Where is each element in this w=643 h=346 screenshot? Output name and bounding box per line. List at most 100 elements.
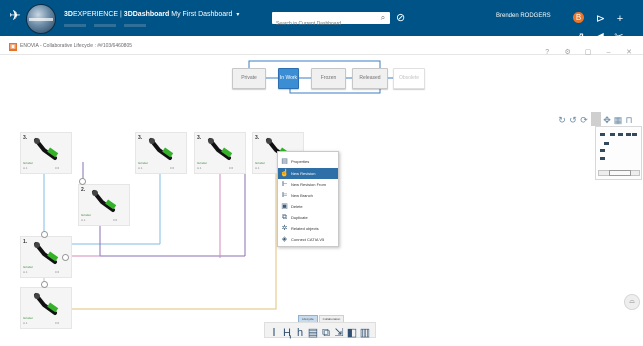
card-revision: 1. [23,239,28,245]
menu-item-connect-catia-v5[interactable]: ◈ Connect CATIA V5 [278,234,338,245]
minimap-zoom-slider[interactable] [598,170,640,176]
new-revision-from-icon[interactable]: Ⱨ [281,326,293,340]
fit-all-icon[interactable]: ✥ [602,113,612,127]
menu-item-related-objects[interactable]: ✲ Related objects [278,223,338,234]
refresh-icon[interactable]: ↻ [557,113,567,127]
user-name[interactable]: Brenden RODGERS [496,13,551,19]
close-icon[interactable]: ✕ [623,48,635,56]
menu-item-label: Properties [291,159,310,164]
duplicate-icon[interactable]: ⧉ [320,326,332,340]
undo-icon[interactable]: ↺ [568,113,578,127]
new-branch-icon: ⊫ [281,192,288,199]
tree-links [43,154,277,310]
minimize-icon[interactable]: – [603,49,615,56]
related-objects-icon[interactable]: ⇲ [333,326,345,340]
new-branch-icon[interactable]: h [294,326,306,340]
search-icon[interactable]: ⌕ [378,13,388,23]
lifecycle-state-obsolete[interactable]: Obsolete [393,68,425,89]
app-title[interactable]: 3DEXPERIENCE | 3DDashboard My First Dash… [64,11,239,18]
connect-catia-icon: ◈ [281,236,288,243]
add-icon[interactable]: + [613,11,627,27]
toolbar-divider [591,112,601,126]
menu-item-properties[interactable]: ▤ Properties [278,156,338,167]
menu-item-new-revision[interactable]: ☝ New Revision [278,168,338,179]
menu-item-duplicate[interactable]: ⧉ Duplicate [278,212,338,223]
search-input[interactable] [272,18,374,30]
revision-card[interactable]: 2. Grinder A.1 ••• [78,184,130,226]
minimap-cell [600,133,605,136]
dashboard-tab[interactable] [64,24,86,27]
maximize-icon[interactable]: ▢ [582,48,594,56]
3ds-logo-icon[interactable]: ✈ [6,6,24,24]
card-state: A.1 [23,166,28,170]
rotate-icon[interactable]: ⟳ [579,113,589,127]
lifecycle-state-private[interactable]: Private [232,68,266,89]
card-more-icon[interactable]: ••• [55,269,59,274]
window-title: ENOVIA - Collaborative Lifecycle : ##103… [20,43,133,49]
action-toolbar: Ⅰ Ⱨh ▤ ⧉ ⇲ ◧ ▥ [264,322,376,340]
lifecycle-state-released[interactable]: Released [352,68,388,89]
revision-card[interactable]: 3. Grinder A.1 ••• [194,132,246,174]
expand-node[interactable] [41,231,48,238]
card-label: Grinder [23,161,34,165]
grinder-icon [34,138,59,160]
menu-item-label: New Revision [291,171,316,176]
card-state: A.1 [81,218,86,222]
notifications-icon[interactable]: ⊳ [593,11,607,27]
card-revision: 3. [138,135,143,141]
compass-icon[interactable] [26,4,56,34]
revision-card[interactable]: 3. Grinder A.1 ••• [135,132,187,174]
avatar[interactable]: B [573,12,584,23]
card-revision: 2. [81,187,86,193]
expand-node[interactable] [79,178,86,185]
menu-item-new-branch[interactable]: ⊫ New Branch [278,190,338,201]
tag-icon[interactable]: ⊘ [396,11,405,25]
new-revision-from-icon: ⊩ [281,181,288,188]
brand-rest: EXPERIENCE | [72,11,124,18]
card-more-icon[interactable]: ••• [170,165,174,170]
assistant-icon[interactable]: ⌓ [624,294,640,310]
card-more-icon[interactable]: ••• [55,320,59,325]
lifecycle-state-in-work[interactable]: In Work [278,68,299,89]
window-controls: ? ⚙ ▢ – ✕ [537,41,635,59]
menu-item-label: Duplicate [291,215,308,220]
delete-icon[interactable]: ▤ [307,326,319,340]
dashboard-tab[interactable] [124,24,146,27]
revision-card[interactable]: 3. Grinder A.1 ••• [20,132,72,174]
dashboard-tab[interactable] [94,24,116,27]
card-label: Grinder [138,161,149,165]
layout-icon[interactable]: ▦ [613,113,623,127]
minimap[interactable] [595,126,642,180]
minimap-cell [618,133,623,136]
revision-card[interactable]: Grinder A.1 ••• [20,287,72,329]
card-more-icon[interactable]: ••• [229,165,233,170]
slider-handle[interactable] [609,170,631,176]
card-label: Grinder [197,161,208,165]
grinder-icon [34,293,59,315]
grinder-icon [208,138,233,160]
duplicate-icon: ⧉ [282,214,287,221]
new-revision-icon[interactable]: Ⅰ [268,326,280,340]
chevron-down-icon[interactable]: ▾ [236,12,239,18]
settings-icon[interactable]: ⚙ [562,48,574,56]
menu-item-new-revision-from[interactable]: ⊩ New Revision From [278,179,338,190]
filter-icon[interactable]: ⊓ [624,113,634,127]
card-revision: 3. [255,135,260,141]
expand-node[interactable] [62,254,69,261]
lifecycle-state-frozen[interactable]: Frozen [311,68,346,89]
context-menu: ▤ Properties ☝ New Revision ⊩ New Revisi… [277,151,339,247]
properties-icon[interactable]: ▥ [359,326,371,340]
minimap-cell [604,142,609,145]
expand-node[interactable] [41,281,48,288]
card-state: A.1 [23,270,28,274]
compare-icon[interactable]: ◧ [346,326,358,340]
menu-item-delete[interactable]: ▣ Delete [278,201,338,212]
card-more-icon[interactable]: ••• [55,165,59,170]
card-state: A.1 [197,166,202,170]
card-more-icon[interactable]: ••• [113,217,117,222]
dashboard-name: My First Dashboard [171,11,233,18]
minimap-cell [600,149,605,152]
help-icon[interactable]: ? [541,49,553,56]
top-bar: ✈ 3DEXPERIENCE | 3DDashboard My First Da… [0,0,643,61]
search-box: ⌕ [272,12,390,30]
